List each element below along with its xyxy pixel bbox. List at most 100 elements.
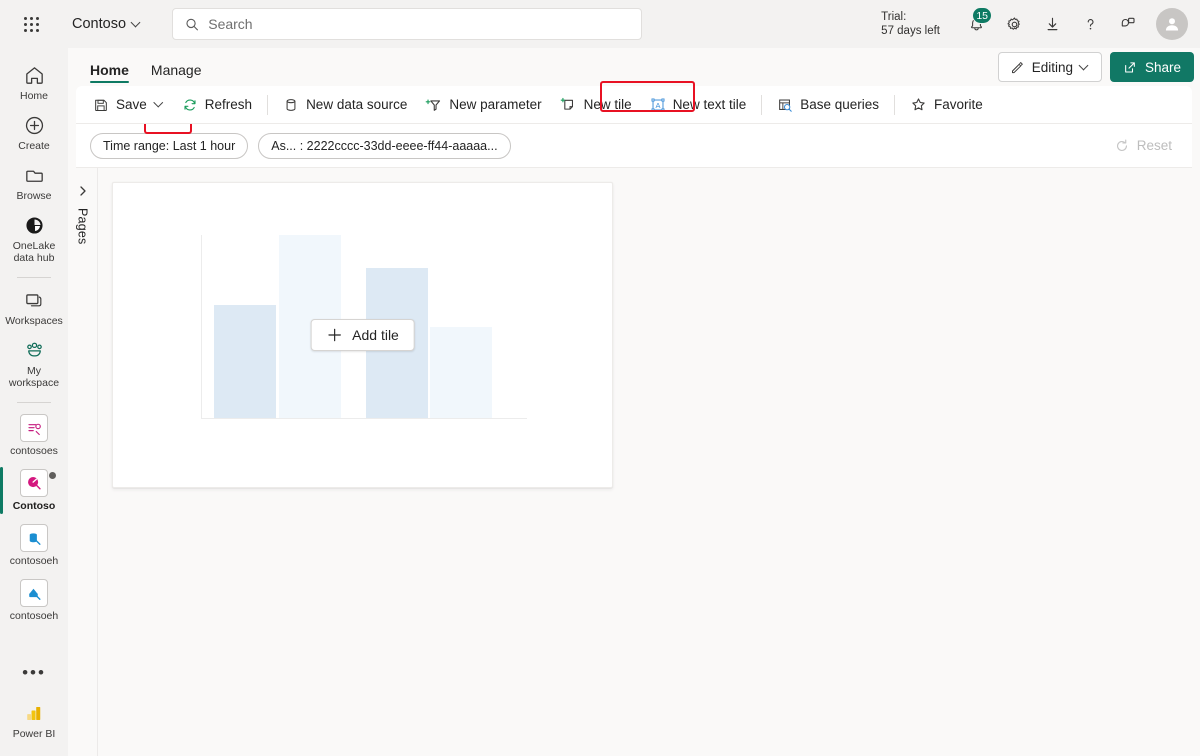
share-button[interactable]: Share xyxy=(1109,52,1194,82)
sidebar-item-label: contosoeh xyxy=(9,555,59,567)
refresh-circular-arrows-icon xyxy=(184,98,196,111)
sidebar-item-onelake-data-hub[interactable]: OneLake data hub xyxy=(3,208,65,270)
sidebar-item-create[interactable]: Create xyxy=(3,108,65,158)
filter-pill-parameter[interactable]: As... : 2222cccc-33dd-eeee-ff44-aaaaa... xyxy=(258,132,511,159)
create-plus-icon xyxy=(25,116,43,135)
download-button[interactable] xyxy=(1034,6,1070,42)
rail-divider xyxy=(17,402,51,403)
filter-bar: Time range: Last 1 hour As... : 2222cccc… xyxy=(76,124,1192,168)
sidebar-item-power-bi[interactable]: Power BI xyxy=(3,697,65,746)
command-divider xyxy=(894,94,896,115)
status-dot-icon xyxy=(49,472,56,479)
sidebar-item-label: Power BI xyxy=(12,728,56,740)
chevron-down-icon xyxy=(1080,62,1090,72)
global-search-box[interactable] xyxy=(172,8,643,40)
base-queries-table-search-icon xyxy=(779,99,792,112)
reset-undo-icon xyxy=(1116,139,1127,151)
base-queries-label: Base queries xyxy=(800,97,880,112)
sidebar-item-contosoes[interactable]: contosoes xyxy=(3,408,65,463)
trial-status: Trial: 57 days left xyxy=(881,10,940,38)
app-launcher-waffle-icon[interactable] xyxy=(14,7,48,41)
sidebar-item-my-workspace[interactable]: My workspace xyxy=(3,333,65,395)
base-queries-button[interactable]: Base queries xyxy=(768,90,888,120)
help-question-icon xyxy=(1087,18,1093,29)
person-icon xyxy=(1165,18,1179,31)
sidebar-item-contoso[interactable]: Contoso xyxy=(0,463,65,518)
canvas-region: Pages Add tile xyxy=(68,168,1200,756)
sidebar-item-contosoeh-eventhouse[interactable]: contosoeh xyxy=(3,518,65,573)
trial-line-1: Trial: xyxy=(881,11,907,23)
sidebar-item-label: contosoes xyxy=(10,445,58,457)
favorite-button[interactable]: Favorite xyxy=(901,90,992,120)
tab-manage[interactable]: Manage xyxy=(141,56,212,86)
sidebar-item-label: contosoeh xyxy=(9,610,59,622)
editing-mode-button[interactable]: Editing xyxy=(997,52,1102,82)
favorite-star-icon xyxy=(912,98,925,111)
trial-line-2: 57 days left xyxy=(881,25,940,37)
ribbon-tab-strip: Home Manage Editing Share xyxy=(68,48,1200,134)
help-button[interactable] xyxy=(1072,6,1108,42)
power-bi-icon xyxy=(27,707,41,721)
app-root: Contoso Trial: 57 days left 15 xyxy=(0,0,1200,756)
kql-database-item-icon xyxy=(20,579,48,607)
rail-more-button[interactable]: ••• xyxy=(22,657,46,697)
body-region: Home Create Browse OneLake data hub Work… xyxy=(0,48,1200,756)
new-tile-label: New tile xyxy=(583,97,632,112)
share-icon xyxy=(1125,61,1135,73)
dashboard-canvas[interactable]: Add tile xyxy=(98,168,1200,756)
sidebar-item-contosoeh-kql[interactable]: contosoeh xyxy=(3,573,65,628)
tab-manage-label: Manage xyxy=(150,62,202,78)
browse-folder-icon xyxy=(25,170,43,182)
download-icon xyxy=(1047,17,1057,30)
save-label: Save xyxy=(116,97,147,112)
search-icon xyxy=(186,18,199,30)
sidebar-item-home[interactable]: Home xyxy=(3,58,65,108)
refresh-button[interactable]: Refresh xyxy=(173,90,261,120)
new-parameter-button[interactable]: New parameter xyxy=(416,90,550,120)
save-button[interactable]: Save xyxy=(84,90,173,120)
eventhouse-item-icon xyxy=(20,524,48,552)
settings-gear-icon xyxy=(1006,16,1020,30)
rail-footer: ••• Power BI xyxy=(3,657,65,756)
sidebar-item-workspaces[interactable]: Workspaces xyxy=(3,283,65,333)
brand-workspace-switcher[interactable]: Contoso xyxy=(64,11,150,37)
add-tile-label: Add tile xyxy=(352,327,399,343)
home-icon xyxy=(25,67,43,84)
new-tile-button[interactable]: New tile xyxy=(551,90,641,120)
notifications-button[interactable]: 15 xyxy=(958,6,994,42)
pages-panel: Pages xyxy=(68,168,98,756)
svg-text:A: A xyxy=(655,101,660,110)
eventstream-item-icon xyxy=(20,414,48,442)
new-text-tile-button[interactable]: A New text tile xyxy=(641,90,756,120)
sidebar-item-label: Contoso xyxy=(12,500,56,512)
reset-filters-button[interactable]: Reset xyxy=(1114,138,1178,154)
new-data-source-button[interactable]: New data source xyxy=(274,90,416,120)
sidebar-item-browse[interactable]: Browse xyxy=(3,158,65,208)
tab-home[interactable]: Home xyxy=(80,56,139,86)
realtime-dashboard-item-icon xyxy=(20,469,56,497)
add-tile-page-icon xyxy=(560,97,573,110)
tab-home-label: Home xyxy=(90,62,129,78)
feedback-button[interactable] xyxy=(1110,6,1146,42)
account-avatar[interactable] xyxy=(1156,8,1188,40)
settings-button[interactable] xyxy=(996,6,1032,42)
empty-tile-placeholder-card: Add tile xyxy=(112,182,613,488)
pages-expand-chevron-right-icon[interactable] xyxy=(74,182,92,200)
search-input[interactable] xyxy=(208,16,630,32)
top-bar-actions: Trial: 57 days left 15 xyxy=(881,6,1188,42)
plus-icon xyxy=(327,328,341,342)
filter-pill-time-range-label: Time range: Last 1 hour xyxy=(103,138,236,153)
sidebar-item-label: Home xyxy=(19,90,48,102)
filter-pill-time-range[interactable]: Time range: Last 1 hour xyxy=(90,132,249,159)
sidebar-item-label: Browse xyxy=(16,190,52,202)
reset-label: Reset xyxy=(1136,138,1172,153)
favorite-label: Favorite xyxy=(934,97,983,112)
command-divider xyxy=(761,94,763,115)
sidebar-item-label: Workspaces xyxy=(5,315,63,327)
notification-badge-count: 15 xyxy=(972,7,992,24)
sidebar-item-label: My workspace xyxy=(8,365,60,389)
chart-x-axis xyxy=(201,418,527,419)
add-tile-button[interactable]: Add tile xyxy=(310,319,415,351)
new-text-tile-label: New text tile xyxy=(672,97,747,112)
refresh-label: Refresh xyxy=(204,97,253,112)
